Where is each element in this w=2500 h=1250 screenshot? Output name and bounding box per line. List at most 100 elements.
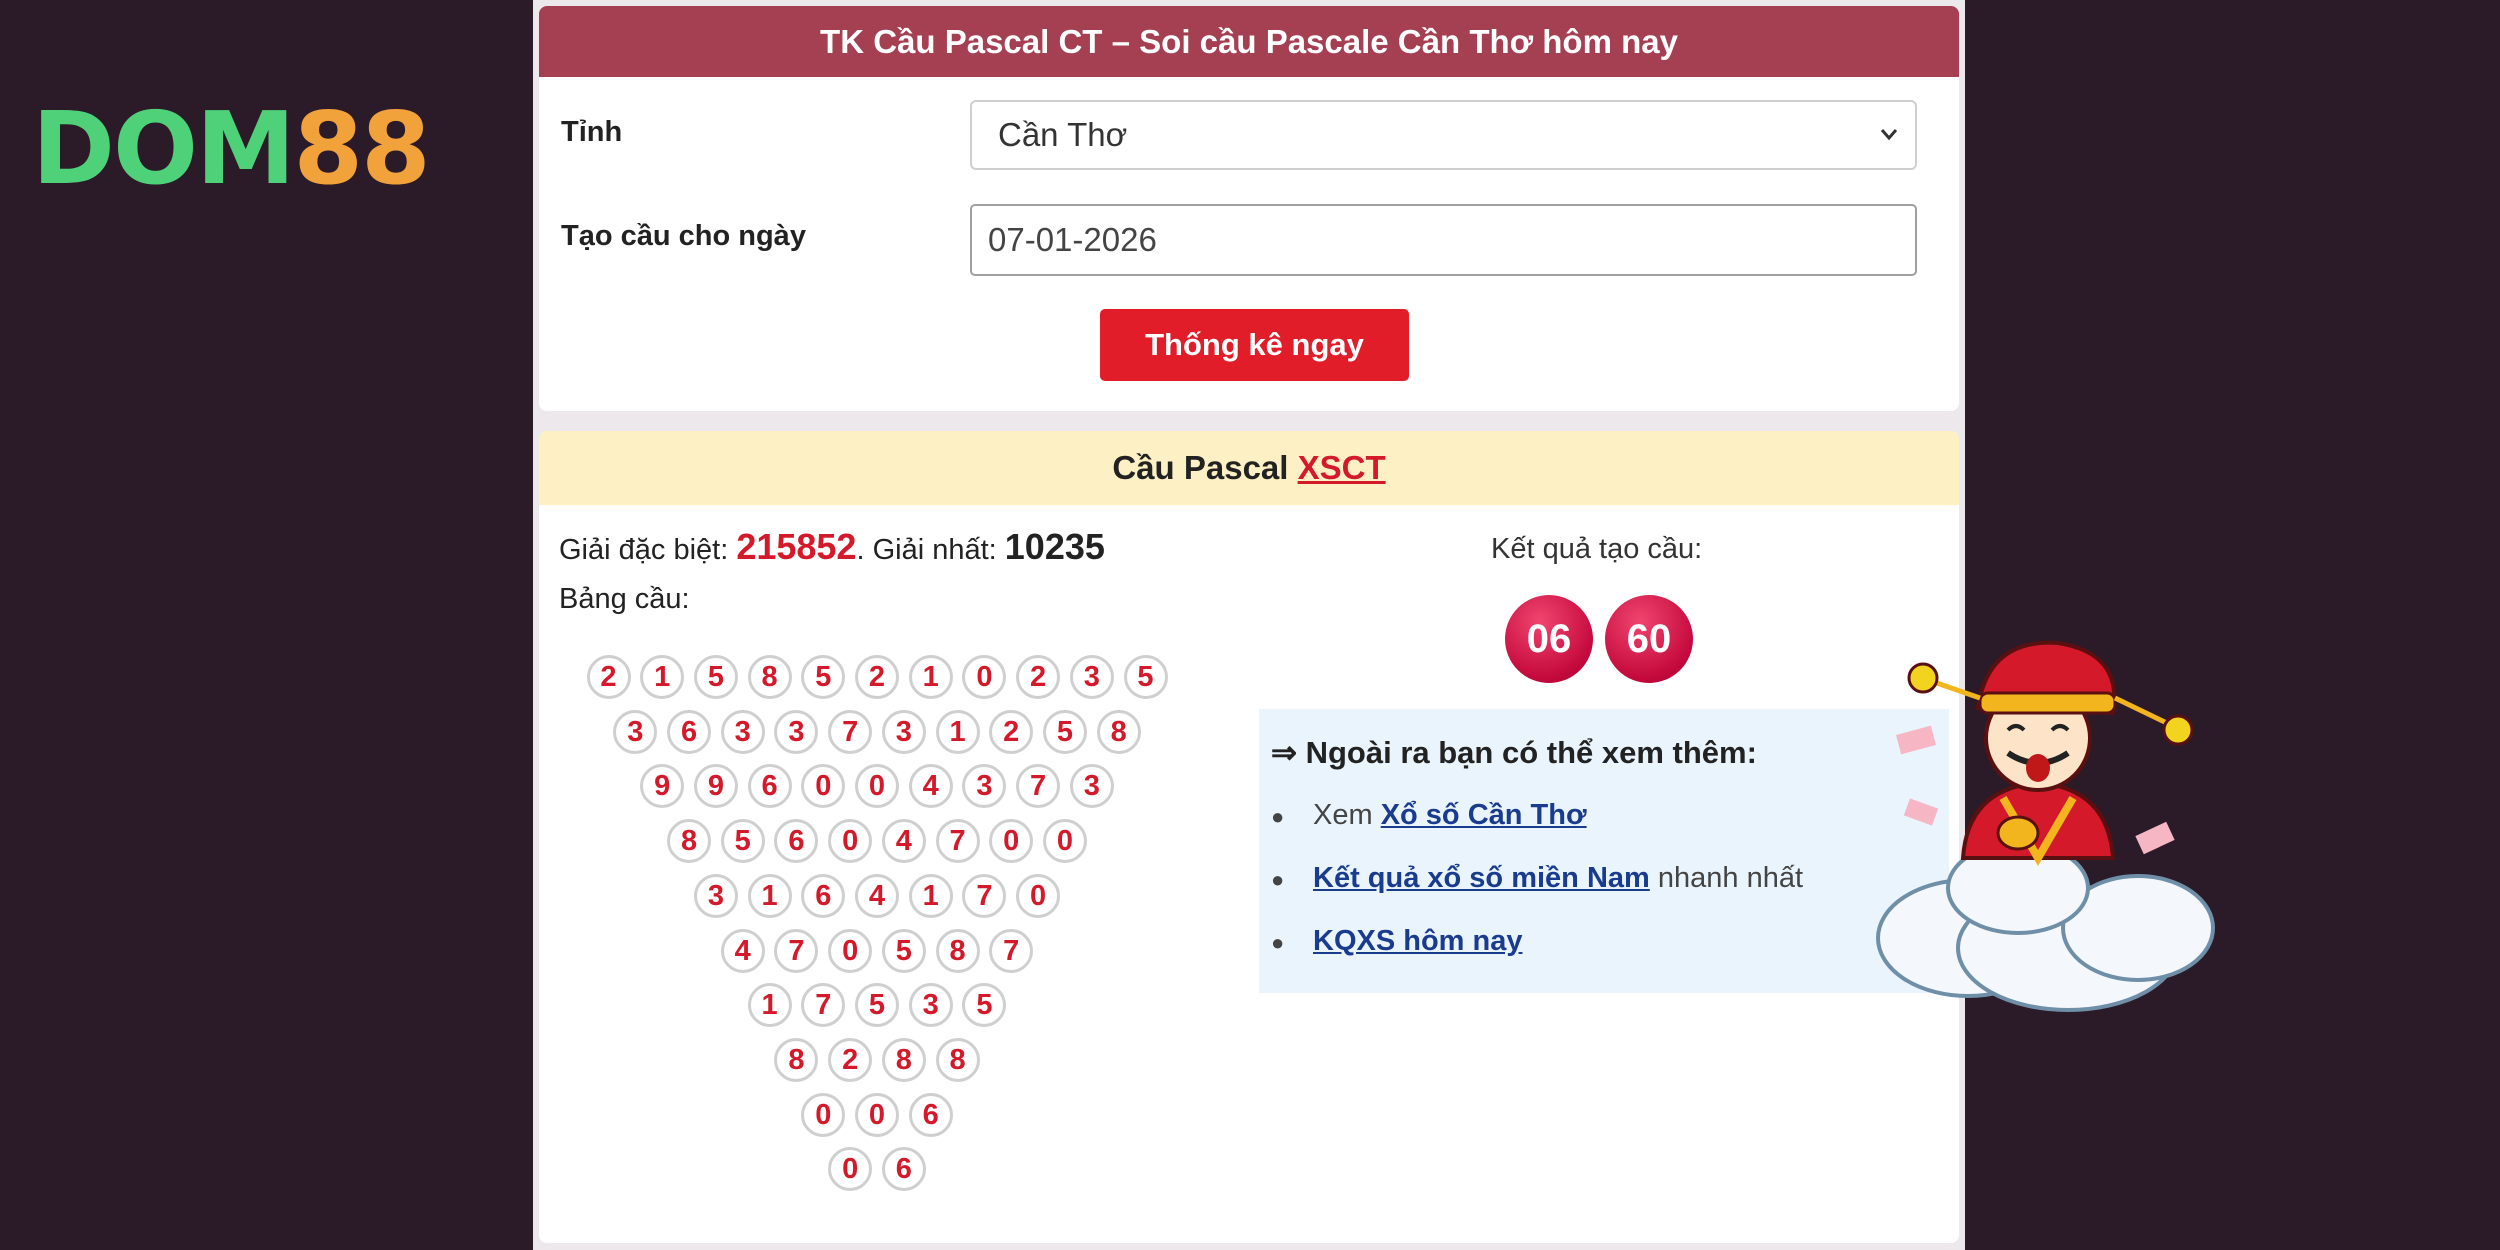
result-header-text: Cầu Pascal [1112,449,1289,486]
pascal-digit-ball: 0 [989,819,1034,864]
pascal-digit-ball: 3 [1069,655,1114,699]
pascal-digit-ball: 5 [693,655,738,699]
pascal-digit-ball: 7 [774,928,819,973]
pascal-digit-ball: 3 [693,873,738,918]
see-more-item: ● Kết quả xổ số miền Nam nhanh nhất [1271,862,1803,895]
special-prize-label: Giải đặc biệt: [559,534,729,566]
pascal-digit-ball: 4 [720,928,765,973]
pascal-digit-ball: 5 [881,928,926,973]
form-header: TK Cầu Pascal CT – Soi cầu Pascale Cần T… [539,6,1959,77]
pascal-digit-ball: 1 [908,655,953,699]
pascal-digit-ball: 8 [1096,709,1141,754]
pascal-digit-ball: 2 [828,1037,873,1082]
special-prize-value: 215852 [736,526,857,567]
pascal-digit-ball: 7 [801,983,846,1028]
result-number-ball: 60 [1605,595,1693,683]
see-more-box: ⇒ Ngoài ra bạn có thể xem thêm: ● Xem Xổ … [1259,709,1949,993]
pascal-digit-ball: 8 [667,819,712,864]
pascal-digit-ball: 3 [720,709,765,754]
pascal-digit-ball: 3 [1069,764,1114,809]
pascal-digit-ball: 0 [1042,819,1087,864]
pascal-digit-ball: 7 [962,873,1007,918]
pascal-digit-ball: 1 [935,709,980,754]
pascal-digit-ball: 9 [693,764,738,809]
pascal-result-card: Cầu Pascal XSCT Giải đặc biệt: 215852. G… [539,431,1959,1243]
see-more-item: ● Xem Xổ số Cần Thơ [1271,799,1587,832]
pascal-digit-ball: 5 [801,655,846,699]
prize-line: Giải đặc biệt: 215852. Giải nhất: 10235 [559,526,1105,568]
pascal-digit-ball: 0 [1016,873,1061,918]
result-header: Cầu Pascal XSCT [539,431,1959,505]
pascal-digit-ball: 2 [855,655,899,699]
kqxs-hom-nay-link[interactable]: KQXS hôm nay [1313,925,1523,957]
logo-text-88: 88 [293,90,431,207]
pascal-digit-ball: 1 [747,983,792,1028]
submit-button[interactable]: Thống kê ngay [1100,309,1409,381]
first-prize-value: 10235 [1004,526,1105,567]
chevron-down-icon [1877,102,1901,192]
pascal-digit-ball: 6 [667,709,712,754]
pascal-digit-ball: 8 [747,655,792,699]
pascal-digit-ball: 0 [801,1092,846,1137]
date-input[interactable]: 07-01-2026 [970,204,1917,276]
pascal-digit-ball: 0 [828,819,873,864]
pascal-digit-ball: 1 [908,873,953,918]
bullet-icon: ● [1271,867,1285,892]
logo-text-dom: DOM [32,90,296,207]
see-more-suffix: nhanh nhất [1649,862,1804,894]
main-content: TK Cầu Pascal CT – Soi cầu Pascale Cần T… [533,0,1965,1250]
pascal-digit-ball: 3 [774,709,819,754]
province-select[interactable]: Cần Thơ [970,100,1917,170]
result-number-ball: 06 [1505,595,1593,683]
pascal-digit-ball: 0 [828,928,873,973]
province-value: Cần Thơ [998,116,1128,153]
pascal-digit-ball: 1 [640,655,685,699]
god-of-wealth-mascot [1868,618,2228,1018]
pascal-digit-ball: 2 [1016,655,1061,699]
pascal-digit-ball: 7 [989,928,1034,973]
pascal-digit-ball: 7 [935,819,980,864]
pascal-digit-ball: 8 [774,1037,819,1082]
pascal-digit-ball: 5 [1042,709,1087,754]
pascal-digit-ball: 2 [586,655,631,699]
table-label: Bảng cầu: [559,583,690,615]
pascal-digit-ball: 0 [855,1092,899,1137]
pascal-digit-ball: 8 [935,1037,980,1082]
date-label: Tạo cầu cho ngày [561,220,806,252]
pascal-digit-ball: 0 [801,764,846,809]
ket-qua-mien-nam-link[interactable]: Kết quả xổ số miền Nam [1313,862,1650,894]
pascal-form-card: TK Cầu Pascal CT – Soi cầu Pascale Cần T… [539,6,1959,411]
pascal-digit-ball: 6 [881,1147,926,1192]
pascal-digit-ball: 5 [720,819,765,864]
result-label: Kết quả tạo cầu: [1491,533,1703,565]
bullet-icon: ● [1271,804,1285,829]
pascal-digit-ball: 4 [908,764,953,809]
pascal-digit-ball: 6 [747,764,792,809]
first-prize-label: . Giải nhất: [856,534,997,566]
pascal-digit-ball: 3 [613,709,658,754]
pascal-digit-ball: 1 [747,873,792,918]
pascal-digit-ball: 0 [855,764,899,809]
pascal-digit-ball: 5 [962,983,1007,1028]
pascal-digit-ball: 3 [908,983,953,1028]
see-more-title: ⇒ Ngoài ra bạn có thể xem thêm: [1271,735,1757,770]
xsct-link[interactable]: XSCT [1298,449,1386,486]
province-label: Tỉnh [561,116,623,148]
dom88-logo: DOM88 [32,96,472,201]
pascal-digit-ball: 6 [801,873,846,918]
pascal-digit-ball: 0 [962,655,1007,699]
pascal-digit-ball: 3 [962,764,1007,809]
pascal-digit-ball: 4 [881,819,926,864]
pascal-digit-ball: 8 [935,928,980,973]
pascal-digit-ball: 4 [855,873,899,918]
pascal-digit-ball: 6 [774,819,819,864]
bullet-icon: ● [1271,930,1285,955]
pascal-digit-ball: 0 [828,1147,873,1192]
pascal-digit-ball: 3 [881,709,926,754]
pascal-digit-ball: 7 [828,709,873,754]
pascal-digit-ball: 6 [908,1092,953,1137]
pascal-digit-ball: 7 [1016,764,1061,809]
xo-so-can-tho-link[interactable]: Xổ số Cần Thơ [1381,799,1587,831]
pascal-digit-ball: 5 [855,983,899,1028]
see-more-item: ● KQXS hôm nay [1271,925,1523,958]
